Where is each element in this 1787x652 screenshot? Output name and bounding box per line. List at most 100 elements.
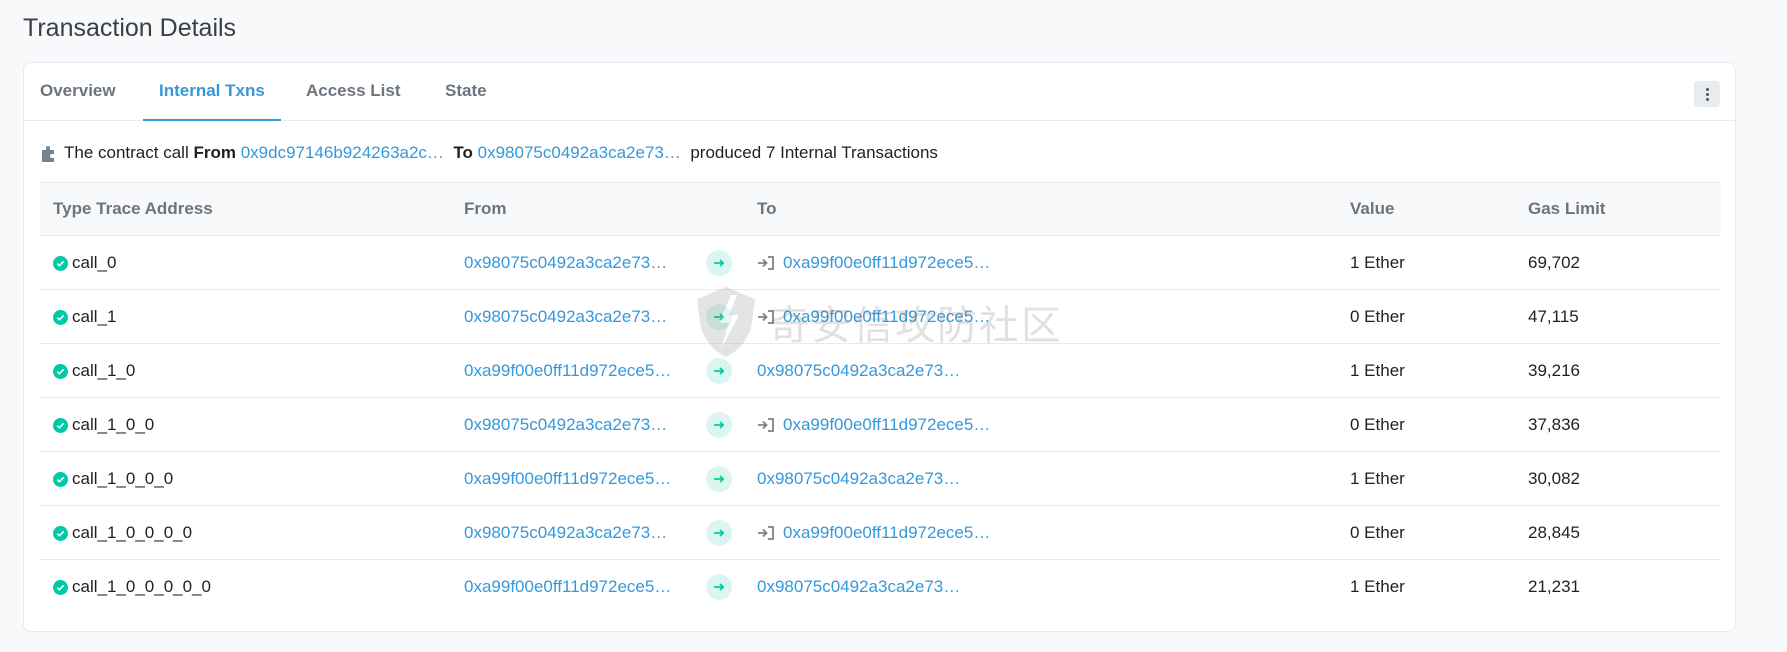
- success-check-icon: [53, 417, 68, 433]
- to-cell: 0x98075c0492a3ca2e73…: [757, 469, 960, 489]
- more-options-button[interactable]: [1694, 81, 1720, 107]
- direction-arrow: [706, 466, 732, 492]
- header-gas-limit: Gas Limit: [1528, 199, 1606, 218]
- contract-enter-icon: [758, 310, 774, 324]
- success-check-icon: [53, 309, 68, 325]
- table-row: call_1 0x98075c0492a3ca2e73… 0xa99f00e0f…: [40, 290, 1721, 344]
- table-row: call_1_0 0xa99f00e0ff11d972ece5… 0x98075…: [40, 344, 1721, 398]
- to-cell: 0xa99f00e0ff11d972ece5…: [757, 307, 990, 327]
- type-cell: call_0: [53, 253, 116, 273]
- gas-limit-cell: 21,231: [1528, 577, 1580, 596]
- page-title: Transaction Details: [23, 14, 237, 42]
- tab-state[interactable]: State: [429, 63, 503, 121]
- to-address-link[interactable]: 0x98075c0492a3ca2e73…: [757, 361, 960, 381]
- type-cell: call_1_0_0_0_0: [53, 523, 192, 543]
- trace-address: call_1: [72, 307, 117, 326]
- type-cell: call_1_0_0: [53, 415, 154, 435]
- internal-txns-summary: The contract call From 0x9dc97146b924263…: [40, 143, 938, 163]
- arrow-right-icon: [706, 412, 732, 438]
- header-to: To: [757, 199, 777, 218]
- internal-txns-table: Type Trace Address From To Value Gas Lim…: [40, 182, 1721, 614]
- arrow-right-icon: [706, 574, 732, 600]
- from-address-link[interactable]: 0x98075c0492a3ca2e73…: [464, 415, 667, 435]
- arrow-right-icon: [706, 304, 732, 330]
- header-type: Type Trace Address: [53, 199, 213, 218]
- to-cell: 0xa99f00e0ff11d972ece5…: [757, 415, 990, 435]
- tab-access-list[interactable]: Access List: [290, 63, 417, 121]
- trace-address: call_1_0_0_0_0: [72, 523, 193, 542]
- type-cell: call_1_0_0_0_0_0: [53, 577, 211, 597]
- value-cell: 1 Ether: [1350, 361, 1405, 380]
- value-cell: 0 Ether: [1350, 307, 1405, 326]
- summary-suffix: produced 7 Internal Transactions: [690, 143, 938, 162]
- table-header: Type Trace Address From To Value Gas Lim…: [40, 182, 1721, 236]
- more-dot-icon: [1705, 87, 1709, 91]
- value-cell: 0 Ether: [1350, 415, 1405, 434]
- to-address-link[interactable]: 0xa99f00e0ff11d972ece5…: [783, 523, 990, 543]
- trace-address: call_1_0: [72, 361, 136, 380]
- direction-arrow: [706, 520, 732, 546]
- type-cell: call_1_0: [53, 361, 135, 381]
- contract-enter-icon: [758, 256, 774, 270]
- arrow-right-icon: [706, 466, 732, 492]
- trace-address: call_1_0_0_0_0_0: [72, 577, 211, 596]
- contract-enter-icon: [758, 418, 774, 432]
- gas-limit-cell: 28,845: [1528, 523, 1580, 542]
- from-address-link[interactable]: 0x98075c0492a3ca2e73…: [464, 307, 667, 327]
- summary-prefix: The contract call: [64, 143, 189, 162]
- success-check-icon: [53, 255, 68, 271]
- from-address-link[interactable]: 0xa99f00e0ff11d972ece5…: [464, 361, 671, 381]
- tab-overview[interactable]: Overview: [24, 63, 132, 121]
- puzzle-icon: [42, 146, 54, 162]
- arrow-right-icon: [706, 520, 732, 546]
- from-address-link[interactable]: 0x98075c0492a3ca2e73…: [464, 523, 667, 543]
- table-row: call_1_0_0_0_0_0 0xa99f00e0ff11d972ece5……: [40, 560, 1721, 614]
- to-address-link[interactable]: 0xa99f00e0ff11d972ece5…: [783, 253, 990, 273]
- contract-enter-icon: [758, 526, 774, 540]
- gas-limit-cell: 30,082: [1528, 469, 1580, 488]
- value-cell: 0 Ether: [1350, 523, 1405, 542]
- arrow-right-icon: [706, 250, 732, 276]
- success-check-icon: [53, 471, 68, 487]
- header-from: From: [464, 199, 507, 218]
- value-cell: 1 Ether: [1350, 577, 1405, 596]
- to-address-link[interactable]: 0xa99f00e0ff11d972ece5…: [783, 307, 990, 327]
- type-cell: call_1_0_0_0: [53, 469, 173, 489]
- more-dot-icon: [1705, 92, 1709, 96]
- direction-arrow: [706, 412, 732, 438]
- trace-address: call_0: [72, 253, 117, 272]
- trace-address: call_1_0_0_0: [72, 469, 174, 488]
- table-row: call_1_0_0_0_0 0x98075c0492a3ca2e73… 0xa…: [40, 506, 1721, 560]
- header-value: Value: [1350, 199, 1395, 218]
- gas-limit-cell: 47,115: [1528, 307, 1579, 326]
- to-cell: 0x98075c0492a3ca2e73…: [757, 577, 960, 597]
- tab-internal-txns[interactable]: Internal Txns: [143, 63, 281, 121]
- direction-arrow: [706, 250, 732, 276]
- more-dot-icon: [1705, 97, 1709, 101]
- summary-from-label: From: [193, 143, 236, 162]
- summary-from-address[interactable]: 0x9dc97146b924263a2c…: [241, 143, 444, 163]
- summary-to-address[interactable]: 0x98075c0492a3ca2e73…: [478, 143, 681, 163]
- summary-to-label: To: [453, 143, 473, 162]
- to-address-link[interactable]: 0xa99f00e0ff11d972ece5…: [783, 415, 990, 435]
- success-check-icon: [53, 363, 68, 379]
- to-cell: 0xa99f00e0ff11d972ece5…: [757, 523, 990, 543]
- table-body: call_0 0x98075c0492a3ca2e73… 0xa99f00e0f…: [40, 236, 1721, 614]
- transaction-card: Overview Internal Txns Access List State…: [23, 62, 1736, 632]
- type-cell: call_1: [53, 307, 116, 327]
- from-address-link[interactable]: 0xa99f00e0ff11d972ece5…: [464, 577, 671, 597]
- direction-arrow: [706, 358, 732, 384]
- success-check-icon: [53, 525, 68, 541]
- to-cell: 0x98075c0492a3ca2e73…: [757, 361, 960, 381]
- from-address-link[interactable]: 0x98075c0492a3ca2e73…: [464, 253, 667, 273]
- table-row: call_1_0_0 0x98075c0492a3ca2e73… 0xa99f0…: [40, 398, 1721, 452]
- value-cell: 1 Ether: [1350, 253, 1405, 272]
- to-address-link[interactable]: 0x98075c0492a3ca2e73…: [757, 469, 960, 489]
- to-address-link[interactable]: 0x98075c0492a3ca2e73…: [757, 577, 960, 597]
- table-row: call_0 0x98075c0492a3ca2e73… 0xa99f00e0f…: [40, 236, 1721, 290]
- value-cell: 1 Ether: [1350, 469, 1405, 488]
- gas-limit-cell: 37,836: [1528, 415, 1580, 434]
- gas-limit-cell: 39,216: [1528, 361, 1580, 380]
- to-cell: 0xa99f00e0ff11d972ece5…: [757, 253, 990, 273]
- from-address-link[interactable]: 0xa99f00e0ff11d972ece5…: [464, 469, 671, 489]
